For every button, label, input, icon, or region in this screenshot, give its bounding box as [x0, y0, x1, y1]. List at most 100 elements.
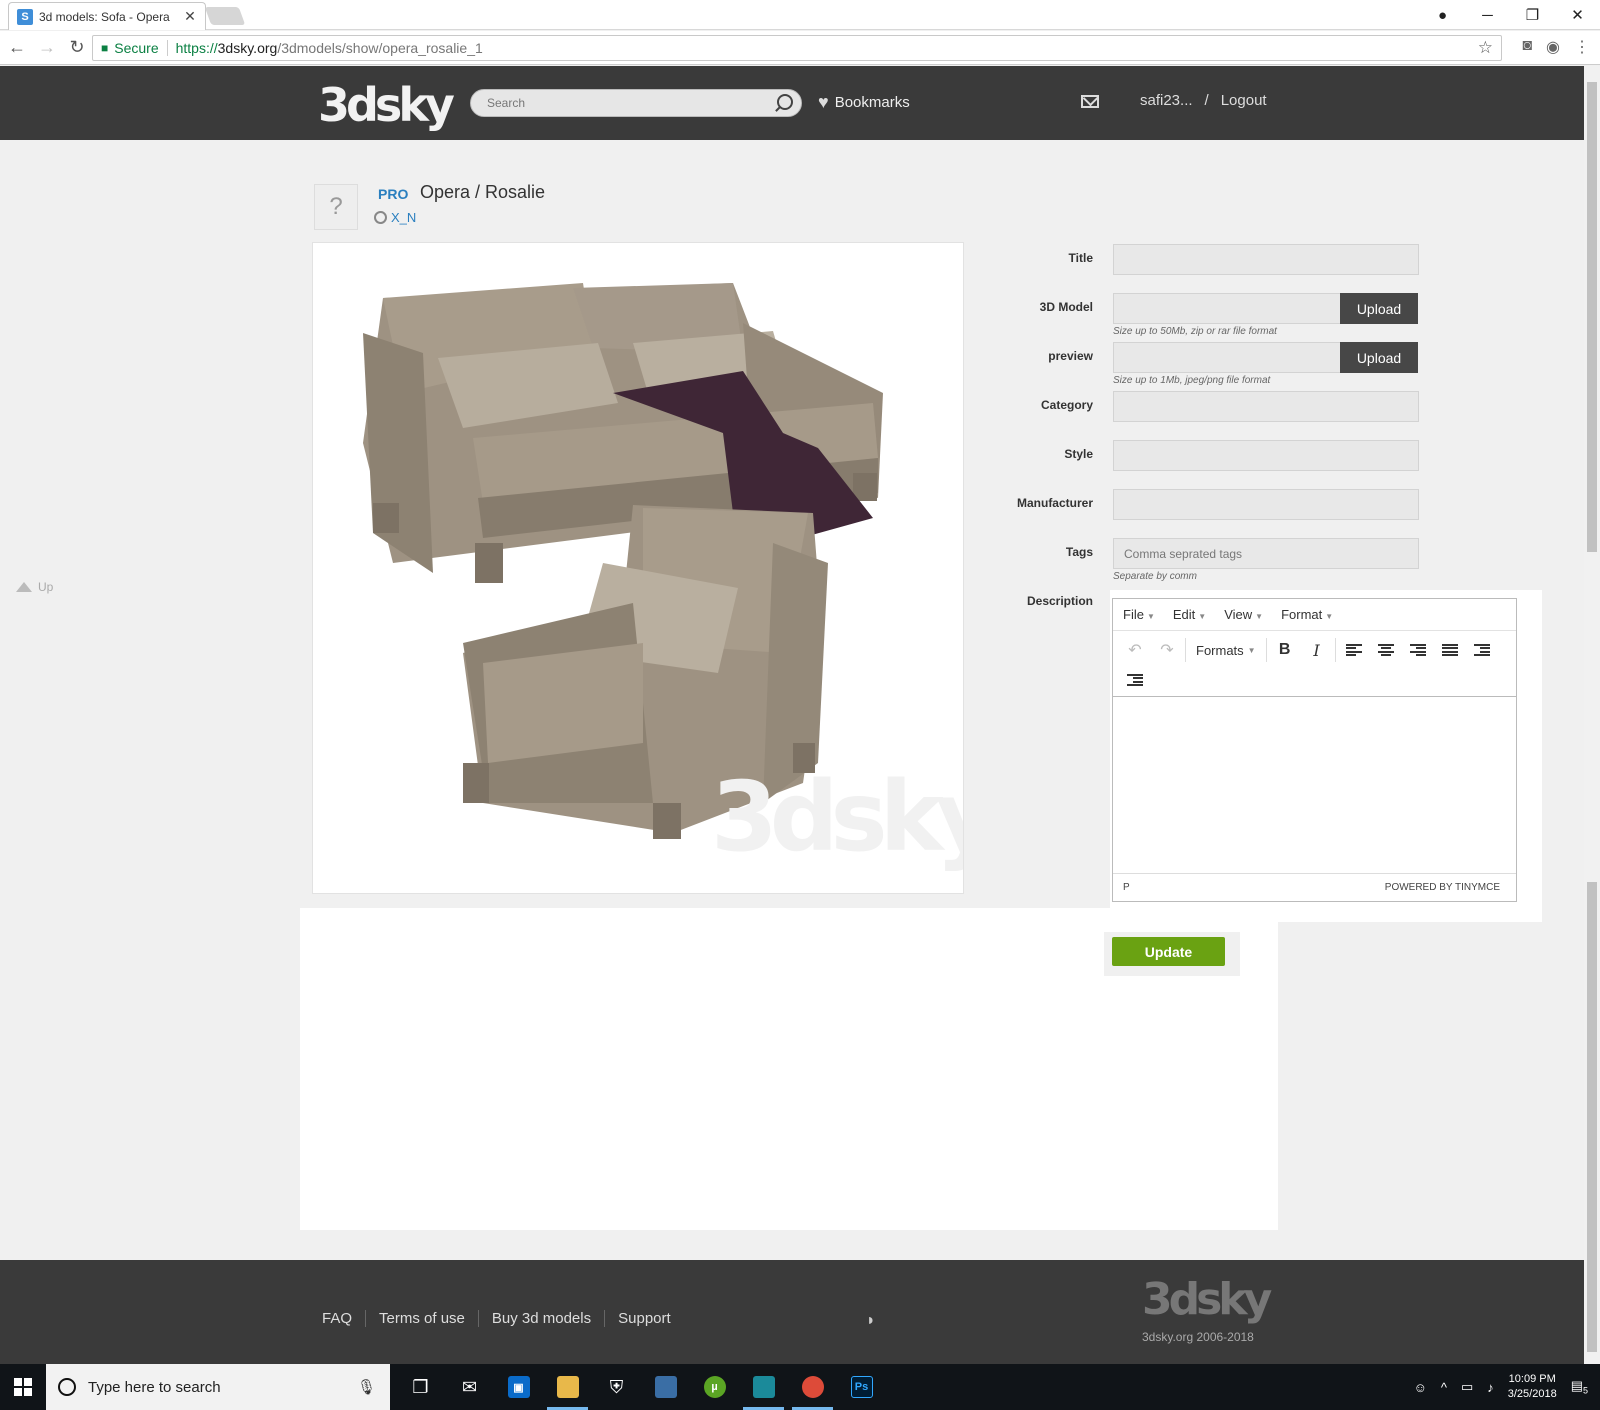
formats-dropdown[interactable]: Formats ▼ — [1188, 635, 1264, 665]
rss-icon[interactable]: ◗ — [866, 1312, 876, 1330]
author-link[interactable]: X_N — [374, 210, 416, 225]
menu-view[interactable]: View ▼ — [1224, 607, 1263, 622]
windows-taskbar: Type here to search 🎙 ❐ ✉ ▣ ⛨ µ Ps ☺ ^ ▭… — [0, 1364, 1600, 1410]
back-icon[interactable]: ← — [4, 37, 30, 58]
notifications-icon[interactable]: ▤5 — [1571, 1378, 1588, 1396]
footer-logo: 3dsky — [1142, 1274, 1272, 1325]
footer-links: FAQ Terms of use Buy 3d models Support — [322, 1310, 684, 1327]
indent-icon[interactable] — [1119, 665, 1151, 695]
scroll-up-link[interactable]: Up — [16, 580, 53, 594]
title-field[interactable] — [1113, 244, 1419, 275]
minimize-icon[interactable]: ─ — [1465, 7, 1510, 24]
3dsmax-icon[interactable] — [739, 1364, 788, 1410]
model-file-field[interactable] — [1113, 293, 1343, 324]
tags-field[interactable]: Comma seprated tags — [1113, 538, 1419, 569]
editor-content-area[interactable] — [1113, 697, 1516, 873]
restore-icon[interactable]: ❐ — [1510, 6, 1555, 24]
extension-icon[interactable]: ◉ — [1546, 37, 1560, 57]
upload-preview-button[interactable]: Upload — [1340, 342, 1418, 373]
shield-icon[interactable]: ⛨ — [592, 1364, 641, 1410]
element-path[interactable]: P — [1123, 882, 1130, 893]
camera-icon[interactable]: ◙ — [1522, 37, 1532, 57]
browser-tab[interactable]: S 3d models: Sofa - Opera ✕ — [8, 2, 206, 30]
update-button[interactable]: Update — [1112, 937, 1225, 966]
manufacturer-field[interactable] — [1113, 489, 1419, 520]
taskbar-clock[interactable]: 10:09 PM 3/25/2018 — [1508, 1372, 1557, 1402]
toolbar-divider — [1185, 638, 1186, 662]
outdent-icon[interactable] — [1466, 635, 1498, 665]
footer-link-support[interactable]: Support — [605, 1310, 684, 1327]
reload-icon[interactable]: ↻ — [64, 37, 90, 58]
app-icon-blue[interactable] — [641, 1364, 690, 1410]
site-header: 3dsky Search ♥ Bookmarks safi23... / Log… — [0, 66, 1584, 140]
scrollbar-thumb-lower[interactable] — [1587, 882, 1597, 1352]
tags-hint: Separate by comm — [1113, 571, 1197, 582]
model-preview-image: 3dsky — [312, 242, 964, 894]
volume-icon[interactable]: ♪ — [1487, 1380, 1494, 1395]
microphone-icon[interactable]: 🎙 — [357, 1378, 376, 1396]
category-field[interactable] — [1113, 391, 1419, 422]
align-justify-icon[interactable] — [1434, 635, 1466, 665]
people-icon[interactable]: ☺ — [1414, 1380, 1427, 1395]
chevron-up-icon[interactable]: ^ — [1441, 1380, 1447, 1395]
cortana-icon — [58, 1378, 76, 1396]
utorrent-icon[interactable]: µ — [690, 1364, 739, 1410]
new-tab-button[interactable] — [204, 7, 246, 25]
footer-link-faq[interactable]: FAQ — [322, 1310, 367, 1327]
powered-by-label[interactable]: POWERED BY TINYMCE — [1385, 882, 1500, 893]
footer-link-buy[interactable]: Buy 3d models — [479, 1310, 606, 1327]
logout-link[interactable]: Logout — [1221, 92, 1267, 109]
store-icon[interactable]: ▣ — [494, 1364, 543, 1410]
redo-icon[interactable]: ↷ — [1151, 635, 1183, 665]
preview-label: preview — [1048, 349, 1093, 363]
menu-file[interactable]: File ▼ — [1123, 607, 1155, 622]
preview-file-field[interactable] — [1113, 342, 1343, 373]
avatar[interactable]: ? — [314, 184, 358, 230]
username-link[interactable]: safi23... — [1140, 92, 1193, 109]
bold-button[interactable]: B — [1269, 635, 1301, 665]
style-field[interactable] — [1113, 440, 1419, 471]
network-icon[interactable]: ▭ — [1461, 1379, 1473, 1395]
menu-edit[interactable]: Edit ▼ — [1173, 607, 1206, 622]
mail-app-icon[interactable]: ✉ — [445, 1364, 494, 1410]
start-button[interactable] — [0, 1364, 46, 1410]
footer-link-terms[interactable]: Terms of use — [366, 1310, 479, 1327]
scrollbar-thumb[interactable] — [1587, 82, 1597, 552]
page-scrollbar[interactable] — [1584, 66, 1600, 1364]
site-logo[interactable]: 3dsky — [318, 78, 455, 132]
lock-icon: ■ — [101, 41, 109, 55]
model-title: Opera / Rosalie — [420, 182, 546, 202]
photoshop-icon[interactable]: Ps — [837, 1364, 886, 1410]
align-center-icon[interactable] — [1370, 635, 1402, 665]
url-divider — [166, 40, 168, 56]
heart-icon: ♥ — [818, 92, 829, 112]
chrome-icon[interactable] — [788, 1364, 837, 1410]
file-explorer-icon[interactable] — [543, 1364, 592, 1410]
editor-toolbar: ↶ ↷ Formats ▼ B I — [1113, 631, 1516, 697]
italic-button[interactable]: I — [1301, 635, 1333, 665]
search-input[interactable]: Search — [470, 89, 802, 117]
bookmark-star-icon[interactable]: ☆ — [1478, 38, 1493, 58]
taskbar-apps: ❐ ✉ ▣ ⛨ µ Ps — [396, 1364, 886, 1410]
task-view-icon[interactable]: ❐ — [396, 1364, 445, 1410]
search-icon[interactable] — [777, 94, 793, 110]
menu-format[interactable]: Format ▼ — [1281, 607, 1333, 622]
manufacturer-label: Manufacturer — [1016, 496, 1093, 510]
menu-icon[interactable]: ⋮ — [1574, 37, 1590, 57]
forward-icon[interactable]: → — [34, 37, 60, 58]
close-window-icon[interactable]: ✕ — [1555, 6, 1600, 24]
align-left-icon[interactable] — [1338, 635, 1370, 665]
profile-icon[interactable]: ● — [1420, 7, 1465, 24]
upload-model-button[interactable]: Upload — [1340, 293, 1418, 324]
close-tab-icon[interactable]: ✕ — [183, 8, 197, 25]
taskbar-search-box[interactable]: Type here to search 🎙 — [46, 1364, 390, 1410]
toolbar-divider — [1265, 638, 1267, 662]
undo-icon[interactable]: ↶ — [1119, 635, 1151, 665]
mail-icon[interactable] — [1081, 95, 1099, 108]
address-bar[interactable]: ■ Secure https://3dsky.org/3dmodels/show… — [92, 35, 1502, 61]
url-scheme: https:// — [175, 40, 218, 56]
align-right-icon[interactable] — [1402, 635, 1434, 665]
title-label: Title — [1068, 251, 1093, 265]
bookmarks-link[interactable]: ♥ Bookmarks — [818, 92, 910, 113]
editor-statusbar: P POWERED BY TINYMCE — [1113, 873, 1516, 901]
